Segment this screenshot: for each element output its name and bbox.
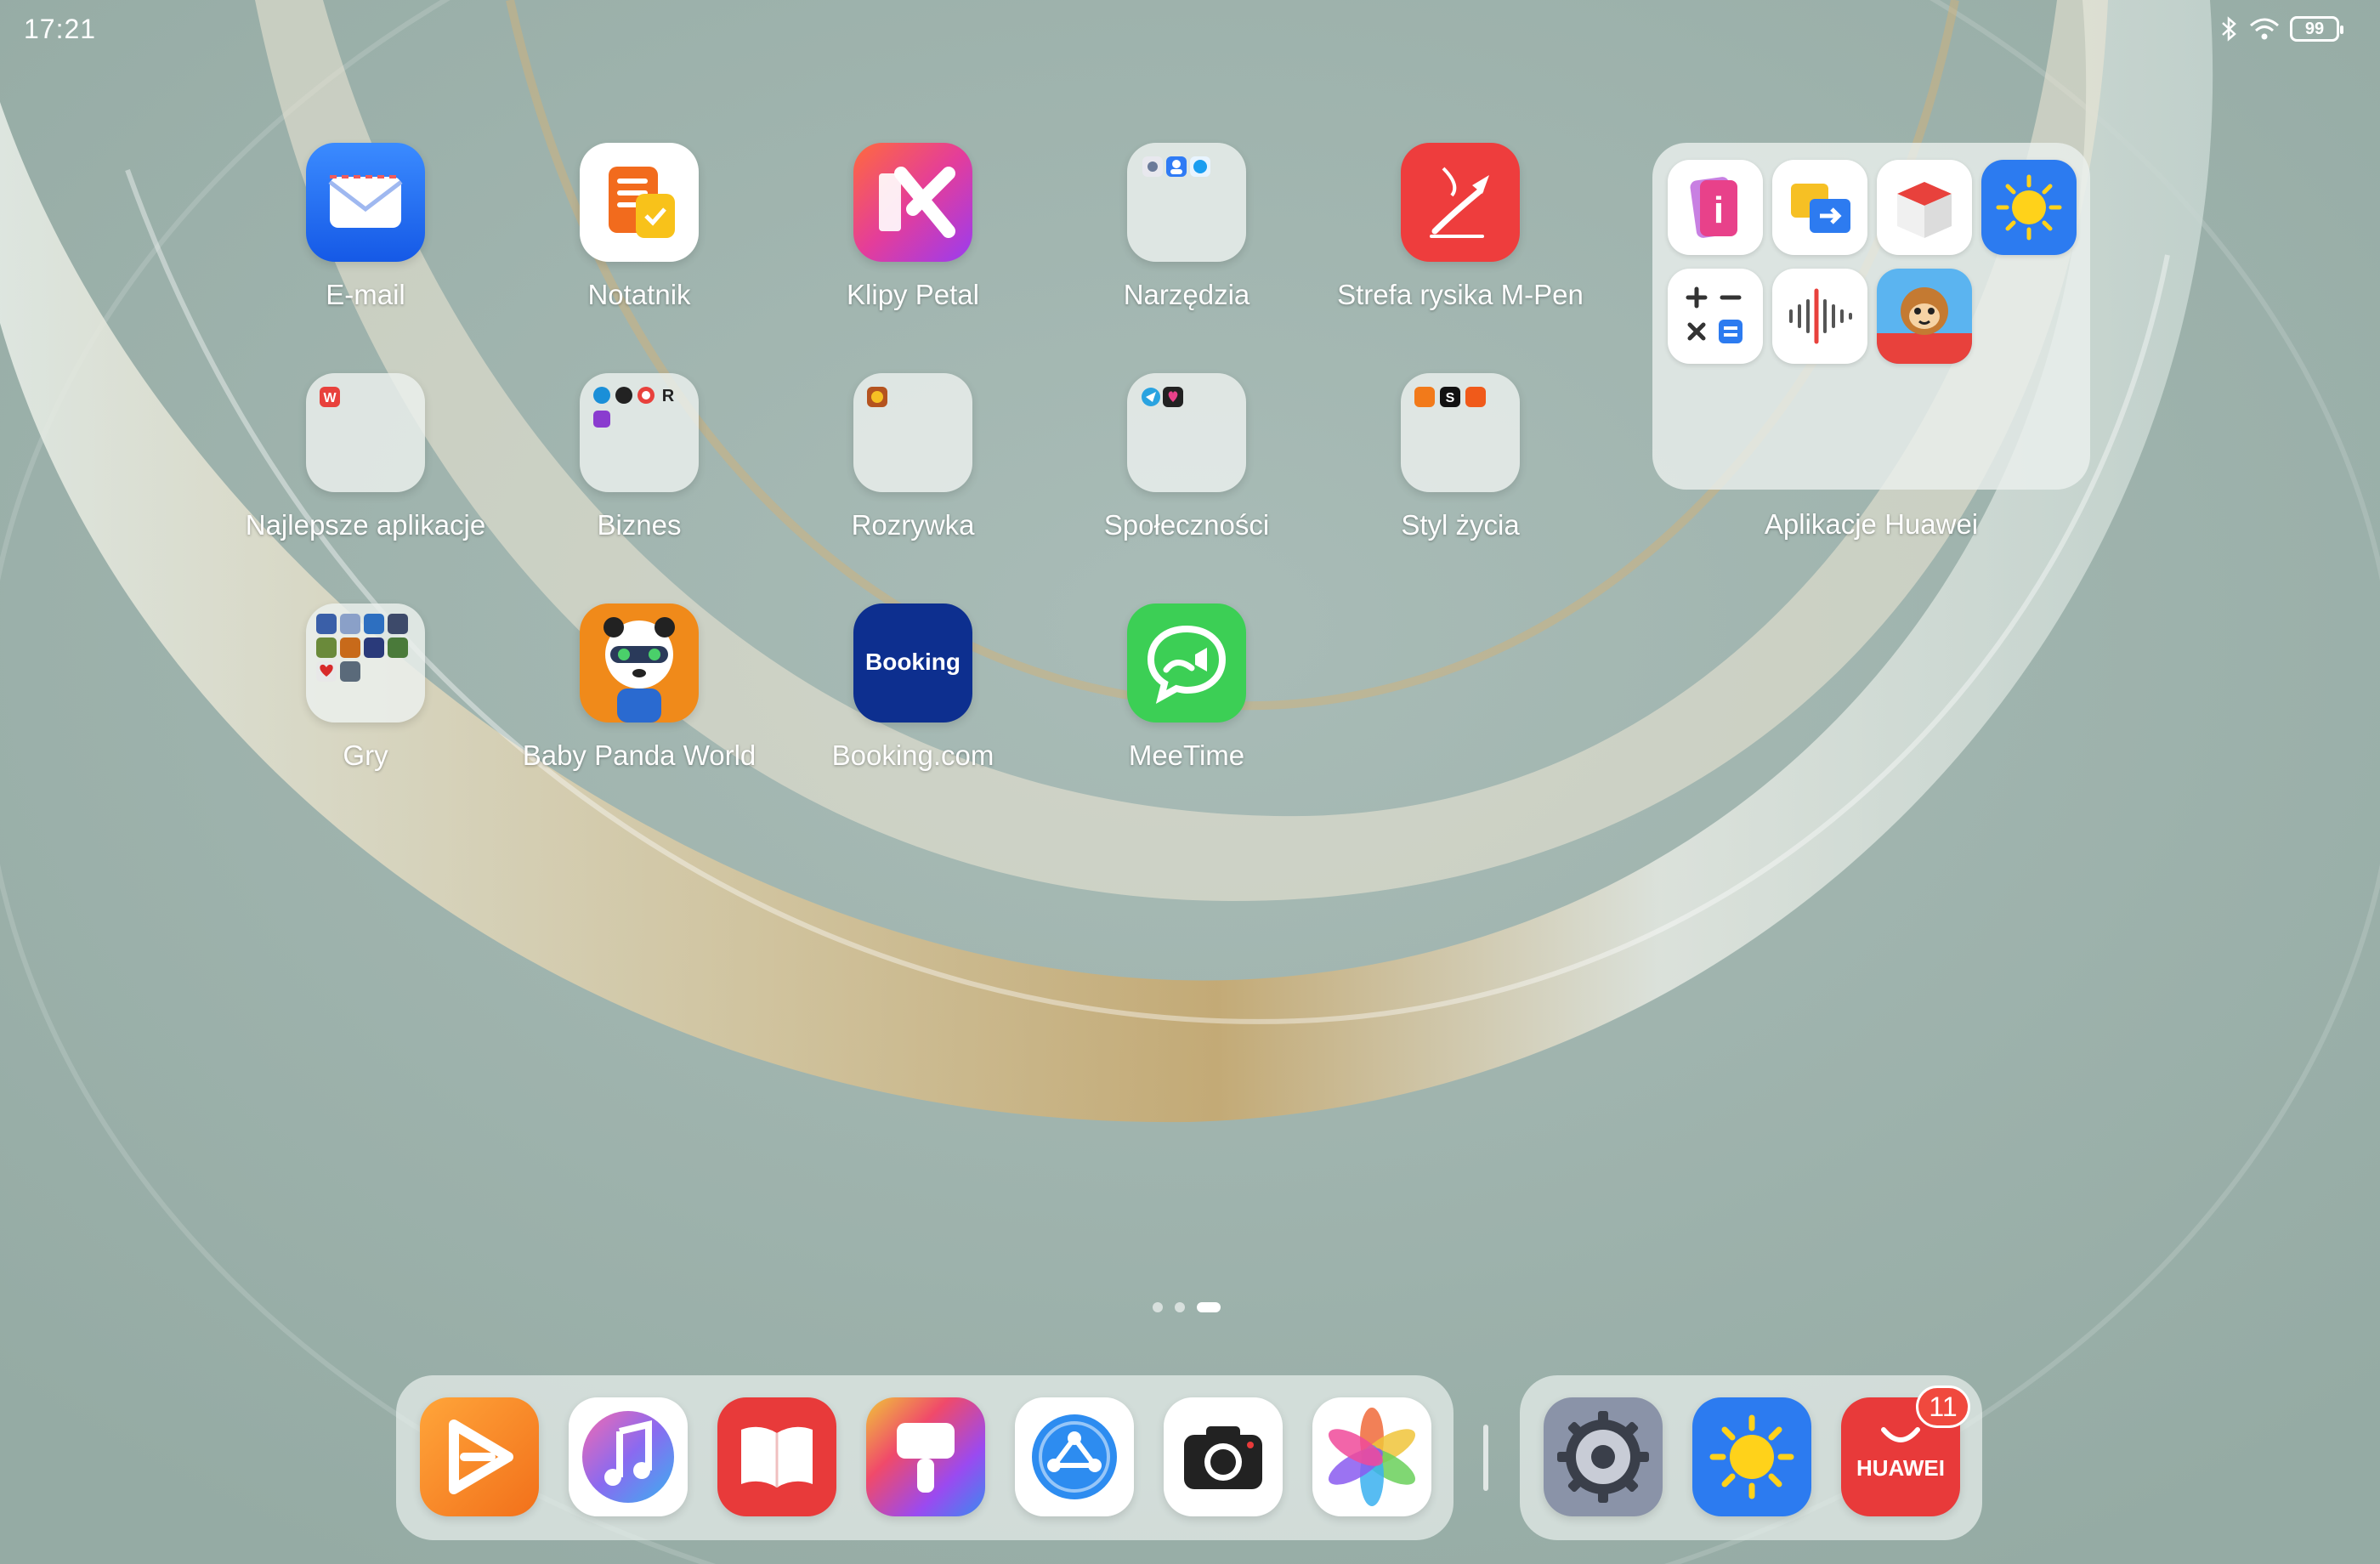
svg-text:R: R — [662, 387, 675, 405]
huawei-box-icon — [1877, 160, 1972, 255]
folder-biznes[interactable]: R Biznes — [512, 373, 767, 586]
folder-label: Narzędzia — [1123, 279, 1250, 310]
tips-icon: i — [1668, 160, 1763, 255]
status-bar: 17:21 99 — [0, 0, 2380, 60]
folder-label: Najlepsze aplikacje — [245, 509, 486, 541]
stylus-zone-icon — [1401, 143, 1520, 262]
notification-badge: 11 — [1916, 1386, 1970, 1428]
folder-styl-zycia[interactable]: S Styl życia — [1333, 373, 1588, 586]
music-icon[interactable] — [569, 1397, 688, 1516]
dock-recent: HUAWEI — [1520, 1375, 1982, 1540]
petal-clips-icon — [853, 143, 972, 262]
bluetooth-icon — [2222, 16, 2236, 42]
app-label: Strefa rysika M-Pen — [1337, 279, 1584, 310]
folder-label: Biznes — [597, 509, 682, 541]
folder-label: Styl życia — [1401, 509, 1520, 541]
video-player-icon[interactable] — [420, 1397, 539, 1516]
monkey-reading-icon — [1877, 269, 1972, 364]
app-strefa-rysika[interactable]: Strefa rysika M-Pen — [1333, 143, 1588, 355]
battery-icon: 99 — [2290, 16, 2343, 42]
folder-spolecznosci[interactable]: Społeczności — [1059, 373, 1314, 586]
calculator-icon — [1668, 269, 1763, 364]
folder-label: Społeczności — [1103, 509, 1270, 541]
folder-label: Aplikacje Huawei — [1764, 508, 1979, 540]
booking-icon-text: Booking — [865, 649, 960, 675]
app-email[interactable]: E-mail — [238, 143, 493, 355]
books-icon[interactable] — [717, 1397, 836, 1516]
app-notatnik[interactable]: Notatnik — [512, 143, 767, 355]
folder-icon: R — [580, 373, 699, 492]
themes-icon[interactable] — [866, 1397, 985, 1516]
dock-divider — [1483, 1425, 1488, 1491]
app-label: Booking.com — [831, 740, 994, 771]
page-dot-active[interactable] — [1197, 1302, 1221, 1312]
app-baby-panda[interactable]: Baby Panda World — [512, 604, 767, 816]
weather-icon[interactable] — [1692, 1397, 1811, 1516]
camera-icon[interactable] — [1164, 1397, 1283, 1516]
app-label: Notatnik — [587, 279, 691, 310]
baby-panda-icon — [580, 604, 699, 722]
svg-text:W: W — [323, 391, 337, 405]
folder-icon — [1127, 373, 1246, 492]
notepad-icon — [580, 143, 699, 262]
gallery-icon[interactable] — [1312, 1397, 1431, 1516]
page-indicator[interactable] — [1153, 1302, 1221, 1312]
folder-icon: S — [1401, 373, 1520, 492]
folder-rozrywka[interactable]: Rozrywka — [785, 373, 1040, 586]
folder-icon: W — [306, 373, 425, 492]
folder-icon — [1127, 143, 1246, 262]
folder-narzedzia[interactable]: Narzędzia — [1059, 143, 1314, 355]
phone-clone-icon — [1772, 160, 1867, 255]
folder-aplikacje-huawei[interactable]: i — [1652, 143, 2090, 490]
app-klipy-petal[interactable]: Klipy Petal — [785, 143, 1040, 355]
status-time: 17:21 — [24, 14, 97, 44]
app-booking[interactable]: Booking Booking.com — [785, 604, 1040, 816]
status-icons: 99 — [2218, 15, 2343, 42]
page-dot[interactable] — [1175, 1302, 1185, 1312]
app-label: E-mail — [326, 279, 405, 310]
app-label: Baby Panda World — [522, 740, 756, 771]
app-label: MeeTime — [1128, 740, 1245, 771]
folder-icon — [306, 604, 425, 722]
wifi-icon — [2250, 18, 2279, 40]
folder-label: Gry — [343, 740, 388, 771]
voice-recorder-icon — [1772, 269, 1867, 364]
folder-gry[interactable]: Gry — [238, 604, 493, 816]
page-dot[interactable] — [1153, 1302, 1163, 1312]
svg-text:i: i — [1714, 190, 1724, 231]
meetime-icon — [1127, 604, 1246, 722]
app-meetime[interactable]: MeeTime — [1059, 604, 1314, 816]
folder-najlepsze-aplikacje[interactable]: W Najlepsze aplikacje — [238, 373, 493, 586]
folder-icon — [853, 373, 972, 492]
appgallery-icon-text: HUAWEI — [1856, 1455, 1945, 1481]
settings-icon[interactable] — [1544, 1397, 1663, 1516]
booking-icon: Booking — [853, 604, 972, 722]
browser-icon[interactable] — [1015, 1397, 1134, 1516]
email-icon — [306, 143, 425, 262]
weather-icon — [1981, 160, 2077, 255]
app-label: Klipy Petal — [847, 279, 979, 310]
svg-text:S: S — [1446, 391, 1455, 405]
dock-main — [396, 1375, 1454, 1540]
folder-label: Rozrywka — [851, 509, 975, 541]
